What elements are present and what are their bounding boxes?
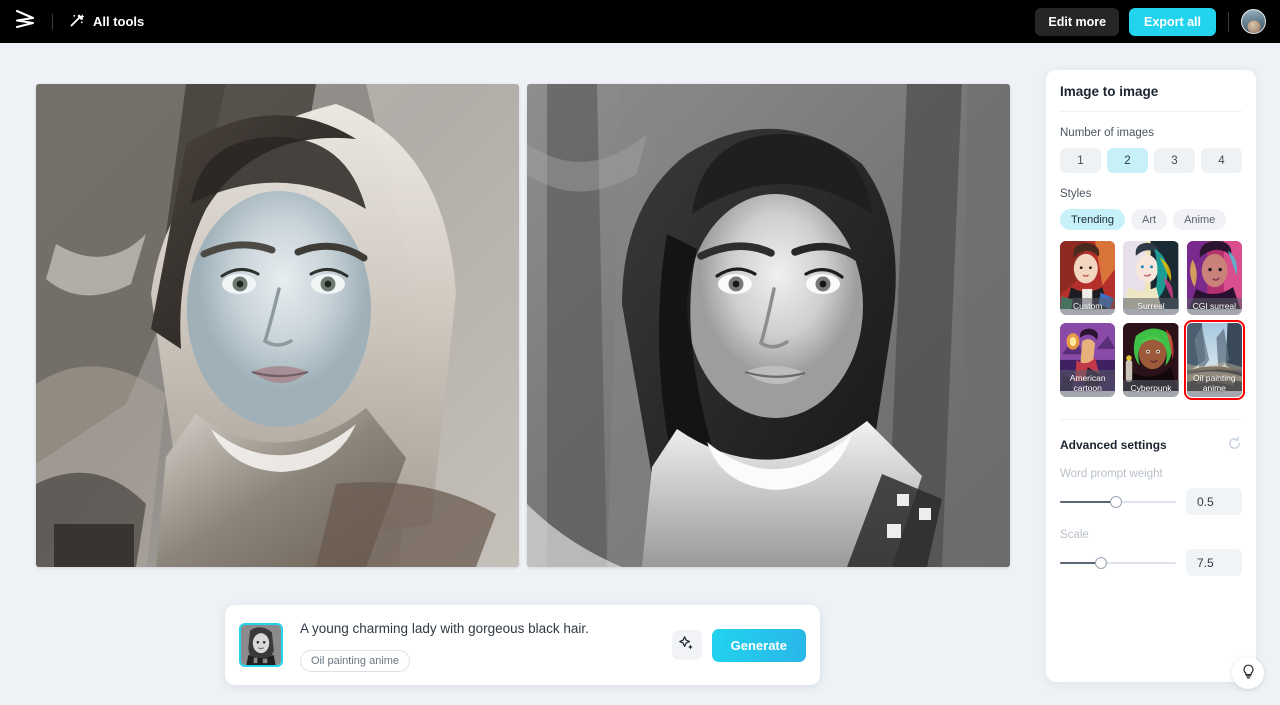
prompt-bar: A young charming lady with gorgeous blac… (225, 605, 820, 685)
scale-slider[interactable] (1060, 556, 1176, 570)
setting-row: 0.5 (1060, 488, 1242, 515)
setting-label: Word prompt weight (1060, 468, 1163, 480)
top-bar: All tools Edit more Export all (0, 0, 1280, 43)
style-card-label: Surreal (1123, 298, 1179, 315)
style-card-oil-painting-anime[interactable]: Oil painting anime (1183, 320, 1246, 400)
reference-image-thumbnail[interactable] (239, 623, 283, 667)
setting-row: 7.5 (1060, 549, 1242, 576)
style-card-label: Oil painting anime (1186, 370, 1242, 397)
prompt-actions: Generate (671, 628, 806, 662)
number-option-3[interactable]: 3 (1154, 148, 1195, 173)
capcut-logo-icon (14, 9, 36, 34)
export-all-button[interactable]: Export all (1129, 7, 1216, 36)
all-tools-button[interactable]: All tools (69, 12, 144, 31)
number-of-images-label: Number of images (1060, 127, 1154, 139)
slider-fill (1060, 500, 1116, 503)
sparkle-wand-icon (678, 635, 695, 655)
style-card-surreal[interactable]: Surreal (1123, 241, 1179, 315)
image-to-image-panel: Image to image Number of images 1 2 3 4 … (1046, 70, 1256, 682)
number-option-4[interactable]: 4 (1201, 148, 1242, 173)
edit-more-button[interactable]: Edit more (1035, 7, 1120, 36)
setting-word-prompt-weight: Word prompt weight 0.5 (1060, 468, 1242, 515)
styles-label: Styles (1060, 188, 1092, 200)
generated-images-row (36, 84, 1010, 567)
tab-anime[interactable]: Anime (1173, 209, 1227, 230)
style-card-label: CGI surreal (1186, 298, 1242, 315)
canvas-area: A young charming lady with gorgeous blac… (0, 43, 1035, 705)
lightbulb-icon (1241, 664, 1256, 683)
style-card-grid: Custom Surreal CGI surreal American cart… (1060, 241, 1246, 400)
prompt-content: A young charming lady with gorgeous blac… (283, 618, 672, 672)
word-prompt-weight-slider[interactable] (1060, 495, 1176, 509)
style-card-american-cartoon[interactable]: American cartoon (1060, 323, 1116, 397)
app-logo[interactable] (14, 9, 36, 34)
reset-settings-button[interactable] (1227, 436, 1242, 454)
style-card-label: Custom (1060, 298, 1116, 315)
style-card-cyberpunk[interactable]: Cyberpunk (1123, 323, 1179, 397)
style-tag[interactable]: Oil painting anime (300, 650, 411, 672)
style-card-label: Cyberpunk (1123, 380, 1179, 397)
scale-value[interactable]: 7.5 (1186, 549, 1242, 576)
slider-thumb[interactable] (1094, 556, 1107, 569)
setting-scale: Scale 7.5 (1060, 529, 1242, 576)
setting-label: Scale (1060, 529, 1089, 541)
style-card-label: American cartoon (1060, 370, 1116, 397)
styles-tabs: Trending Art Anime (1060, 209, 1242, 230)
generated-image-2[interactable] (527, 84, 1010, 567)
style-card-custom[interactable]: Custom (1060, 241, 1116, 315)
advanced-settings-title: Advanced settings (1060, 438, 1167, 452)
panel-title: Image to image (1060, 84, 1242, 112)
number-of-images-group: 1 2 3 4 (1060, 148, 1242, 173)
topbar-divider-2 (1228, 11, 1229, 32)
number-option-1[interactable]: 1 (1060, 148, 1101, 173)
style-card-cgi-surreal[interactable]: CGI surreal (1186, 241, 1242, 315)
advanced-settings-header: Advanced settings (1060, 419, 1242, 454)
generate-button[interactable]: Generate (711, 628, 806, 662)
prompt-input[interactable]: A young charming lady with gorgeous blac… (300, 620, 672, 638)
tab-art[interactable]: Art (1131, 209, 1168, 230)
number-option-2[interactable]: 2 (1107, 148, 1148, 173)
help-button[interactable] (1232, 657, 1264, 689)
slider-thumb[interactable] (1109, 495, 1122, 508)
reset-arrow-icon (1227, 436, 1242, 454)
avatar[interactable] (1241, 9, 1266, 34)
word-prompt-weight-value[interactable]: 0.5 (1186, 488, 1242, 515)
topbar-actions: Edit more Export all (1035, 7, 1266, 36)
all-tools-label: All tools (93, 14, 145, 29)
topbar-divider-1 (52, 13, 53, 30)
tab-trending[interactable]: Trending (1060, 209, 1126, 230)
magic-wand-icon (69, 12, 85, 31)
sparkle-wand-button[interactable] (671, 630, 702, 660)
generated-image-1[interactable] (36, 84, 519, 567)
